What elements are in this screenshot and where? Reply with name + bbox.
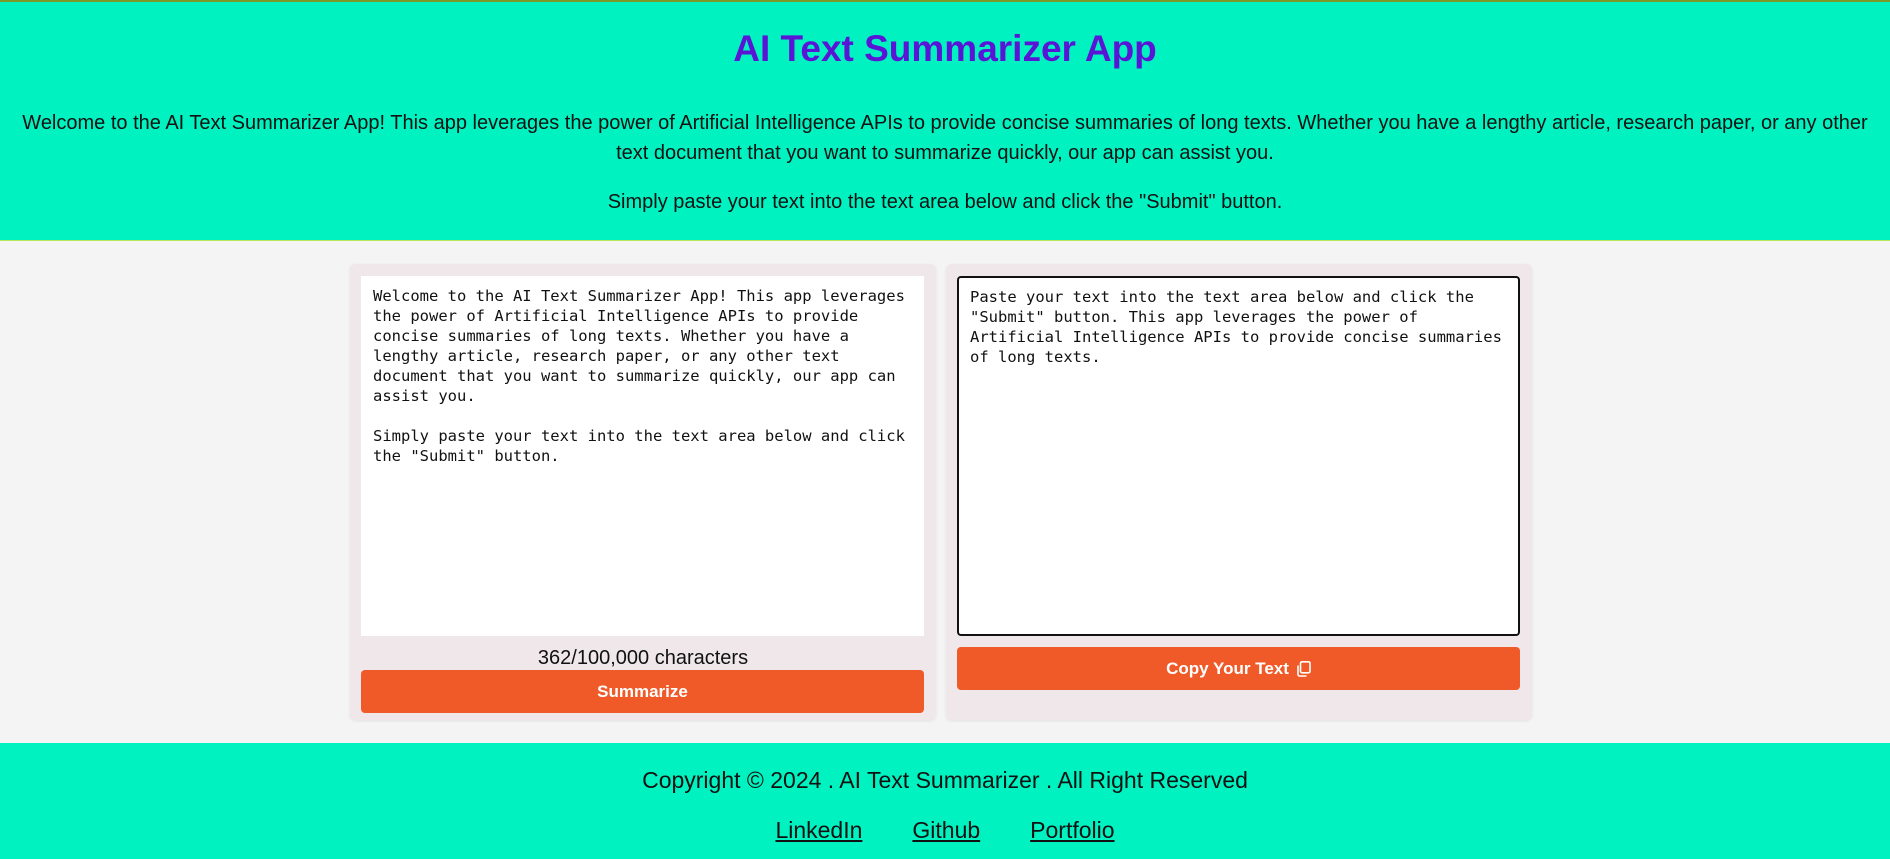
- app-header: AI Text Summarizer App Welcome to the AI…: [0, 0, 1890, 241]
- summarize-button-label: Summarize: [597, 681, 688, 701]
- character-counter: 362/100,000 characters: [537, 647, 749, 669]
- input-panel: Welcome to the AI Text Summarizer App! T…: [350, 264, 936, 720]
- copyright-text: Copyright © 2024 . AI Text Summarizer . …: [642, 767, 1248, 793]
- copy-text-button[interactable]: Copy Your Text: [957, 647, 1520, 690]
- github-link[interactable]: Github: [912, 817, 980, 844]
- footer-links: LinkedIn Github Portfolio: [0, 817, 1890, 844]
- hint-text: Simply paste your text into the text are…: [607, 191, 1283, 213]
- intro-text: Welcome to the AI Text Summarizer App! T…: [22, 112, 1868, 164]
- output-panel: Paste your text into the text area below…: [946, 264, 1532, 720]
- page-title: AI Text Summarizer App: [733, 28, 1157, 69]
- portfolio-link[interactable]: Portfolio: [1030, 817, 1114, 844]
- summarize-button[interactable]: Summarize: [361, 670, 924, 713]
- summary-textarea[interactable]: Paste your text into the text area below…: [957, 276, 1520, 636]
- linkedin-link[interactable]: LinkedIn: [775, 817, 862, 844]
- app-footer: Copyright © 2024 . AI Text Summarizer . …: [0, 743, 1890, 859]
- input-textarea[interactable]: Welcome to the AI Text Summarizer App! T…: [361, 276, 924, 636]
- copy-button-label: Copy Your Text: [1166, 658, 1289, 678]
- copy-icon: [1296, 660, 1311, 677]
